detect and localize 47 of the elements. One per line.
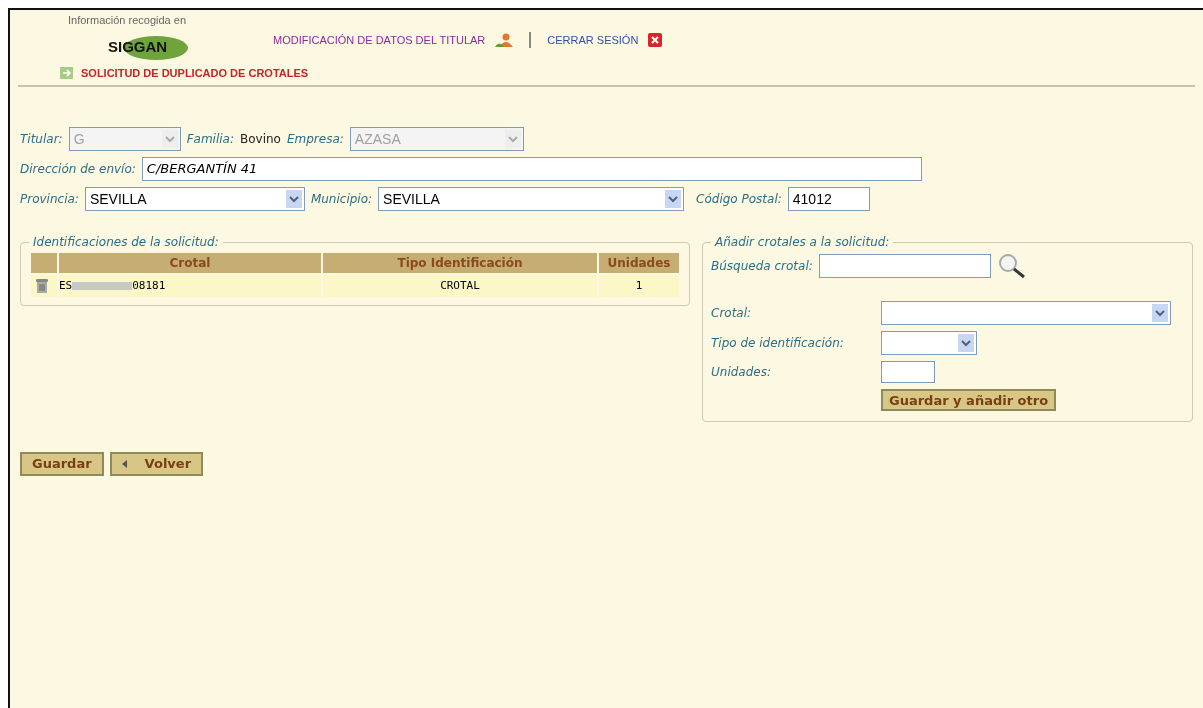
familia-value: Bovino	[240, 131, 281, 148]
unidades-label: Unidades:	[711, 364, 772, 381]
chevron-down-icon	[958, 334, 974, 352]
codigo-postal-field[interactable]: 41012	[787, 187, 870, 211]
save-add-button[interactable]: Guardar y añadir otro	[881, 389, 1057, 411]
table-cell: 1	[599, 275, 679, 297]
arrow-right-icon	[60, 66, 73, 79]
column-header: Unidades	[599, 253, 679, 273]
chevron-down-icon	[1152, 304, 1168, 322]
close-icon	[648, 33, 663, 48]
chevron-down-icon	[285, 190, 302, 208]
caret-left-icon	[121, 460, 127, 468]
crotal-label: Crotal:	[711, 305, 753, 322]
chevron-down-icon	[665, 190, 682, 208]
user-icon	[495, 33, 514, 48]
codigo-postal-label: Código Postal:	[696, 191, 782, 208]
anadir-legend: Añadir crotales a la solicitud:	[711, 233, 894, 251]
caption-text: Información recogida en	[68, 13, 187, 28]
busqueda-label: Búsqueda crotal:	[711, 258, 813, 275]
table-cell: CROTAL	[323, 275, 597, 297]
column-header: Crotal	[59, 253, 321, 273]
tipo-select[interactable]	[881, 331, 977, 355]
titular-label: Titular:	[20, 131, 63, 148]
identificaciones-legend: Identificaciones de la solicitud:	[29, 233, 223, 251]
chevron-down-icon	[161, 130, 178, 148]
direccion-label: Dirección de envío:	[20, 161, 136, 178]
provincia-label: Provincia:	[20, 191, 79, 208]
trash-icon[interactable]	[35, 278, 49, 294]
provincia-select[interactable]: SEVILLA	[84, 187, 305, 211]
column-header: Tipo Identificación	[323, 253, 597, 273]
empresa-label: Empresa:	[286, 131, 344, 148]
municipio-select[interactable]: SEVILLA	[378, 187, 685, 211]
municipio-label: Municipio:	[310, 191, 373, 208]
chevron-down-icon	[504, 130, 521, 148]
busqueda-field[interactable]	[818, 254, 991, 278]
edit-holder-link[interactable]: MODIFICACIÓN DE DATOS DEL TITULAR	[273, 32, 486, 49]
logout-link[interactable]: CERRAR SESIÓN	[547, 32, 639, 49]
familia-label: Familia:	[186, 131, 234, 148]
crotal-select[interactable]	[881, 301, 1171, 325]
table-cell: ES 08181	[59, 275, 321, 297]
save-button[interactable]: Guardar	[20, 452, 104, 476]
search-icon[interactable]	[996, 253, 1027, 279]
back-button[interactable]: Volver	[109, 452, 204, 476]
tipo-label: Tipo de identificación:	[711, 335, 845, 352]
unidades-field[interactable]	[881, 361, 935, 383]
section-title: SOLICITUD DE DUPLICADO DE CROTALES	[81, 65, 309, 81]
direccion-field[interactable]: C/BERGANTÍN 41	[141, 157, 922, 181]
